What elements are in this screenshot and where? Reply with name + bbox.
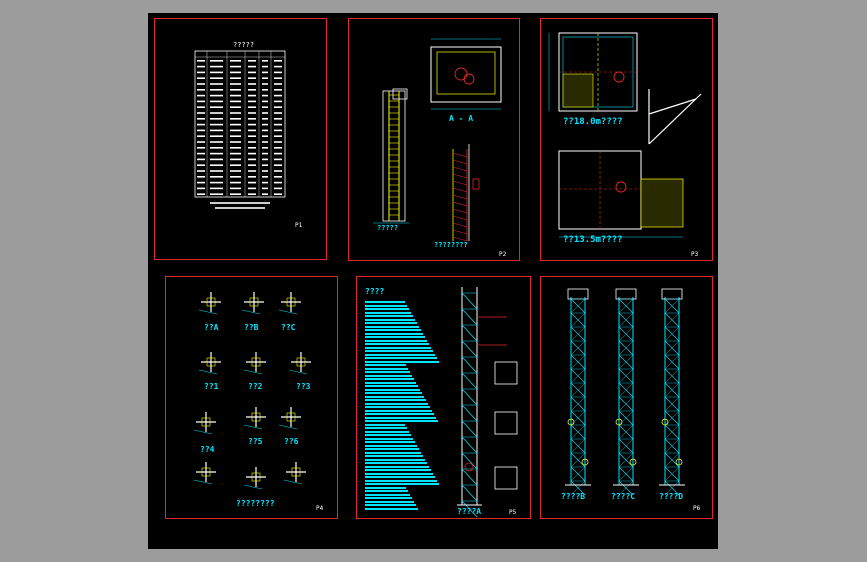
sheet-p3[interactable]: ??18.0m???? ??13.5m???? P3: [540, 18, 713, 261]
detail-label-6: ??6: [284, 437, 299, 446]
sheet-number: P2: [499, 251, 507, 258]
elevation-b-title: ????B: [561, 492, 586, 501]
bottom-title: ????????: [236, 499, 275, 508]
cad-drawing-canvas[interactable]: ????? P1 A - A ????? ???????? P2 ??18.0m…: [148, 13, 718, 549]
sheet-number: P6: [693, 505, 701, 512]
elevation-a-drawing: [457, 287, 518, 518]
bottom-plan-title: ??13.5m????: [563, 235, 623, 245]
detail-label-b: ??B: [244, 323, 259, 332]
elevation-bcd-drawings: [565, 288, 685, 496]
elevation-title: ?????: [377, 224, 399, 232]
ladder-title: ????????: [434, 241, 468, 249]
detail-label-3: ??3: [296, 382, 311, 391]
detail-label-1: ??1: [204, 382, 219, 391]
detail-label-4: ??4: [200, 445, 215, 454]
ladder-drawings: [373, 38, 502, 242]
elevation-a-title: ????A: [457, 507, 482, 516]
section-aa-label: A - A: [449, 114, 474, 123]
detail-label-5: ??5: [248, 437, 263, 446]
elevation-d-title: ????D: [659, 492, 684, 501]
sheet-number: P3: [691, 251, 699, 258]
sheet-p4[interactable]: ??A ??B ??C ??1 ??2 ??3 ??4 ??5 ??6 ????…: [165, 276, 338, 519]
top-plan-title: ??18.0m????: [563, 117, 623, 127]
elevation-c-title: ????C: [611, 492, 636, 501]
sheet-p5[interactable]: ???? ????A P5: [356, 276, 531, 519]
sheet-number: P5: [509, 509, 517, 516]
sheet-number: P4: [316, 505, 324, 512]
plan-drawings: [548, 32, 702, 238]
detail-label-a: ??A: [204, 323, 219, 332]
detail-label-c: ??C: [281, 323, 296, 332]
sheet-p2[interactable]: A - A ????? ???????? P2: [348, 18, 520, 261]
sheet-number: P1: [295, 222, 303, 229]
sheet-p1[interactable]: ????? P1: [154, 18, 327, 260]
sheet-p6[interactable]: ????B ????C ????D P6: [540, 276, 713, 519]
detail-drawings: [193, 292, 311, 490]
detail-label-2: ??2: [248, 382, 263, 391]
